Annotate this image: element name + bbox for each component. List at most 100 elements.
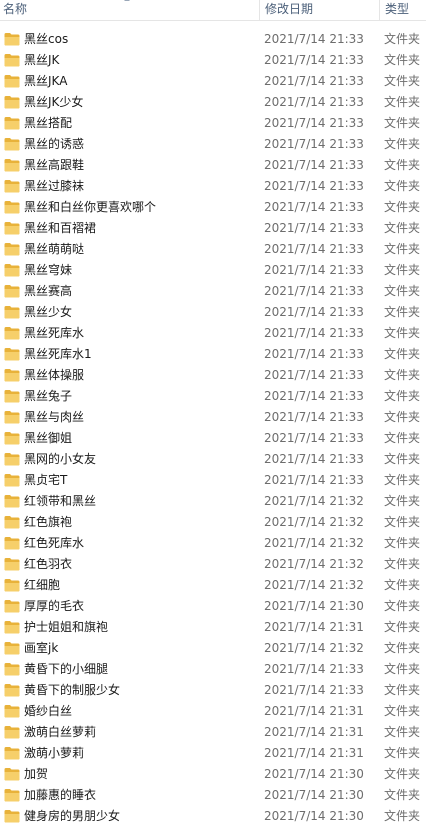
- file-row[interactable]: 红色旗袍 2021/7/14 21:32 文件夹: [0, 512, 426, 533]
- file-type: 文件夹: [384, 284, 421, 298]
- file-row[interactable]: 黑丝御姐 2021/7/14 21:33 文件夹: [0, 428, 426, 449]
- file-name: 黑丝高跟鞋: [24, 158, 85, 172]
- file-row[interactable]: 黑贞宅T 2021/7/14 21:33 文件夹: [0, 470, 426, 491]
- file-name: 黑丝cos: [24, 32, 69, 46]
- file-modified-date: 2021/7/14 21:33: [264, 263, 364, 277]
- file-row[interactable]: 加藤惠的睡衣 2021/7/14 21:30 文件夹: [0, 785, 426, 806]
- file-modified-date: 2021/7/14 21:33: [264, 158, 364, 172]
- file-name: 黑丝萌萌哒: [24, 242, 85, 256]
- file-row[interactable]: 婚纱白丝 2021/7/14 21:31 文件夹: [0, 701, 426, 722]
- folder-icon: [4, 431, 20, 445]
- file-modified-date: 2021/7/14 21:33: [264, 368, 364, 382]
- file-name: 红色羽衣: [24, 557, 73, 571]
- folder-icon: [4, 305, 20, 319]
- column-header-name[interactable]: 名称: [0, 0, 259, 20]
- column-header-date[interactable]: 修改日期: [259, 0, 379, 20]
- file-type: 文件夹: [384, 389, 421, 403]
- file-row[interactable]: 激萌白丝萝莉 2021/7/14 21:31 文件夹: [0, 722, 426, 743]
- file-type: 文件夹: [384, 662, 421, 676]
- file-row[interactable]: 黑丝和百褶裙 2021/7/14 21:33 文件夹: [0, 218, 426, 239]
- file-name: 画室jk: [24, 641, 59, 655]
- folder-icon: [4, 725, 20, 739]
- file-type: 文件夹: [384, 74, 421, 88]
- file-row[interactable]: 黑丝JK少女 2021/7/14 21:33 文件夹: [0, 92, 426, 113]
- file-row[interactable]: 厚厚的毛衣 2021/7/14 21:30 文件夹: [0, 596, 426, 617]
- folder-icon: [4, 389, 20, 403]
- file-row[interactable]: 黑网的小女友 2021/7/14 21:33 文件夹: [0, 449, 426, 470]
- file-modified-date: 2021/7/14 21:33: [264, 242, 364, 256]
- column-header-type[interactable]: 类型: [379, 0, 426, 20]
- file-row[interactable]: 黑丝与肉丝 2021/7/14 21:33 文件夹: [0, 407, 426, 428]
- file-row[interactable]: 黑丝少女 2021/7/14 21:33 文件夹: [0, 302, 426, 323]
- file-name: 黑网的小女友: [24, 452, 97, 466]
- column-header-bar: 名称 修改日期 类型: [0, 0, 426, 21]
- file-name: 黑丝JKA: [24, 74, 68, 88]
- file-modified-date: 2021/7/14 21:33: [264, 32, 364, 46]
- file-row[interactable]: 黑丝JK 2021/7/14 21:33 文件夹: [0, 50, 426, 71]
- file-row[interactable]: 红细胞 2021/7/14 21:32 文件夹: [0, 575, 426, 596]
- file-type: 文件夹: [384, 242, 421, 256]
- folder-icon: [4, 704, 20, 718]
- file-row[interactable]: 黄昏下的小细腿 2021/7/14 21:33 文件夹: [0, 659, 426, 680]
- file-modified-date: 2021/7/14 21:33: [264, 410, 364, 424]
- file-row[interactable]: 黑丝死库水1 2021/7/14 21:33 文件夹: [0, 344, 426, 365]
- file-name: 加贺: [24, 767, 49, 781]
- folder-icon: [4, 242, 20, 256]
- file-modified-date: 2021/7/14 21:31: [264, 704, 364, 718]
- file-row[interactable]: 黑丝的诱惑 2021/7/14 21:33 文件夹: [0, 134, 426, 155]
- file-row[interactable]: 黑丝穹妹 2021/7/14 21:33 文件夹: [0, 260, 426, 281]
- file-row[interactable]: 黑丝和白丝你更喜欢哪个 2021/7/14 21:33 文件夹: [0, 197, 426, 218]
- file-name: 黑丝体操服: [24, 368, 85, 382]
- file-row[interactable]: 护士姐姐和旗袍 2021/7/14 21:31 文件夹: [0, 617, 426, 638]
- file-row[interactable]: 黑丝cos 2021/7/14 21:33 文件夹: [0, 29, 426, 50]
- file-name: 婚纱白丝: [24, 704, 73, 718]
- column-header-date-label: 修改日期: [265, 2, 314, 16]
- file-row[interactable]: 黑丝JKA 2021/7/14 21:33 文件夹: [0, 71, 426, 92]
- file-row[interactable]: 激萌小萝莉 2021/7/14 21:31 文件夹: [0, 743, 426, 764]
- file-modified-date: 2021/7/14 21:30: [264, 767, 364, 781]
- file-row[interactable]: 黑丝体操服 2021/7/14 21:33 文件夹: [0, 365, 426, 386]
- file-type: 文件夹: [384, 494, 421, 508]
- file-type: 文件夹: [384, 431, 421, 445]
- file-row[interactable]: 红色死库水 2021/7/14 21:32 文件夹: [0, 533, 426, 554]
- file-row[interactable]: 红领带和黑丝 2021/7/14 21:32 文件夹: [0, 491, 426, 512]
- file-type: 文件夹: [384, 704, 421, 718]
- file-modified-date: 2021/7/14 21:33: [264, 683, 364, 697]
- file-row[interactable]: 加贺 2021/7/14 21:30 文件夹: [0, 764, 426, 785]
- file-modified-date: 2021/7/14 21:33: [264, 179, 364, 193]
- folder-icon: [4, 788, 20, 802]
- folder-icon: [4, 200, 20, 214]
- file-row[interactable]: 黑丝赛高 2021/7/14 21:33 文件夹: [0, 281, 426, 302]
- file-row[interactable]: 黑丝兔子 2021/7/14 21:33 文件夹: [0, 386, 426, 407]
- file-row[interactable]: 红色羽衣 2021/7/14 21:32 文件夹: [0, 554, 426, 575]
- file-row[interactable]: 黑丝死库水 2021/7/14 21:33 文件夹: [0, 323, 426, 344]
- file-name: 黑丝兔子: [24, 389, 73, 403]
- file-type: 文件夹: [384, 599, 421, 613]
- file-modified-date: 2021/7/14 21:30: [264, 809, 364, 823]
- file-modified-date: 2021/7/14 21:31: [264, 725, 364, 739]
- file-name: 黑丝死库水: [24, 326, 85, 340]
- sort-ascending-icon: [124, 0, 130, 1]
- file-name: 黑丝和白丝你更喜欢哪个: [24, 200, 157, 214]
- column-header-type-label: 类型: [385, 2, 410, 16]
- file-row[interactable]: 健身房的男朋少女 2021/7/14 21:30 文件夹: [0, 806, 426, 827]
- file-row[interactable]: 画室jk 2021/7/14 21:32 文件夹: [0, 638, 426, 659]
- file-type: 文件夹: [384, 578, 421, 592]
- folder-icon: [4, 368, 20, 382]
- folder-icon: [4, 326, 20, 340]
- file-row[interactable]: 黑丝过膝袜 2021/7/14 21:33 文件夹: [0, 176, 426, 197]
- file-type: 文件夹: [384, 809, 421, 823]
- file-row[interactable]: 黑丝萌萌哒 2021/7/14 21:33 文件夹: [0, 239, 426, 260]
- folder-icon: [4, 473, 20, 487]
- file-row[interactable]: 黄昏下的制服少女 2021/7/14 21:33 文件夹: [0, 680, 426, 701]
- file-row[interactable]: 黑丝高跟鞋 2021/7/14 21:33 文件夹: [0, 155, 426, 176]
- file-name: 红色旗袍: [24, 515, 73, 529]
- file-type: 文件夹: [384, 452, 421, 466]
- file-name: 黑丝死库水1: [24, 347, 92, 361]
- folder-icon: [4, 53, 20, 67]
- file-name: 黑丝和百褶裙: [24, 221, 97, 235]
- file-type: 文件夹: [384, 683, 421, 697]
- file-name: 加藤惠的睡衣: [24, 788, 97, 802]
- file-row[interactable]: 黑丝搭配 2021/7/14 21:33 文件夹: [0, 113, 426, 134]
- folder-icon: [4, 683, 20, 697]
